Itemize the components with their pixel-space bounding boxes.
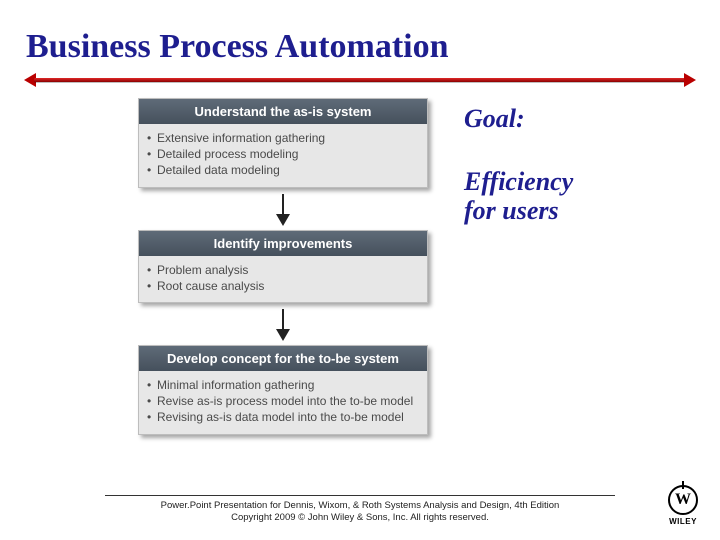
bullet-text: Root cause analysis: [157, 278, 264, 294]
wiley-mark-letter: W: [675, 491, 691, 509]
block-body: •Problem analysis •Root cause analysis: [139, 256, 427, 302]
bullet-item: •Problem analysis: [147, 262, 419, 278]
block-header: Develop concept for the to-be system: [139, 346, 427, 371]
bullet-item: •Detailed data modeling: [147, 162, 419, 178]
bullet-text: Revising as-is data model into the to-be…: [157, 409, 404, 425]
bullet-item: •Extensive information gathering: [147, 130, 419, 146]
footer-rule: [105, 495, 615, 496]
wiley-logo: W WILEY: [668, 485, 698, 526]
bullet-item: •Minimal information gathering: [147, 377, 419, 393]
block-understand: Understand the as-is system •Extensive i…: [138, 98, 428, 188]
bullet-text: Revise as-is process model into the to-b…: [157, 393, 413, 409]
block-body: •Extensive information gathering •Detail…: [139, 124, 427, 187]
bullet-text: Detailed process modeling: [157, 146, 298, 162]
goal-column: Goal: Efficiency for users: [464, 98, 573, 435]
arrow-down-icon: [276, 194, 290, 226]
bullet-text: Minimal information gathering: [157, 377, 314, 393]
block-body: •Minimal information gathering •Revise a…: [139, 371, 427, 434]
block-header: Understand the as-is system: [139, 99, 427, 124]
block-header: Identify improvements: [139, 231, 427, 256]
goal-text: Efficiency for users: [464, 168, 573, 225]
wiley-mark-icon: W: [668, 485, 698, 515]
footer-line-2: Copyright 2009 © John Wiley & Sons, Inc.…: [0, 512, 720, 524]
wiley-wordmark: WILEY: [669, 517, 697, 526]
bullet-text: Extensive information gathering: [157, 130, 325, 146]
bullet-text: Problem analysis: [157, 262, 248, 278]
arrow-down-icon: [276, 309, 290, 341]
title-underline: [26, 72, 694, 90]
arrow-right-icon: [684, 73, 696, 87]
process-column: Understand the as-is system •Extensive i…: [138, 98, 428, 435]
rule-line: [34, 78, 686, 82]
bullet-item: •Detailed process modeling: [147, 146, 419, 162]
bullet-item: •Revise as-is process model into the to-…: [147, 393, 419, 409]
goal-text-line: Efficiency: [464, 167, 573, 196]
slide-title: Business Process Automation: [0, 0, 720, 72]
bullet-text: Detailed data modeling: [157, 162, 280, 178]
bullet-item: •Root cause analysis: [147, 278, 419, 294]
slide-footer: Power.Point Presentation for Dennis, Wix…: [0, 495, 720, 524]
goal-text-line: for users: [464, 196, 559, 225]
content-area: Understand the as-is system •Extensive i…: [0, 98, 720, 435]
block-identify: Identify improvements •Problem analysis …: [138, 230, 428, 303]
block-develop: Develop concept for the to-be system •Mi…: [138, 345, 428, 435]
bullet-item: •Revising as-is data model into the to-b…: [147, 409, 419, 425]
goal-label: Goal:: [464, 104, 573, 134]
footer-line-1: Power.Point Presentation for Dennis, Wix…: [0, 500, 720, 512]
